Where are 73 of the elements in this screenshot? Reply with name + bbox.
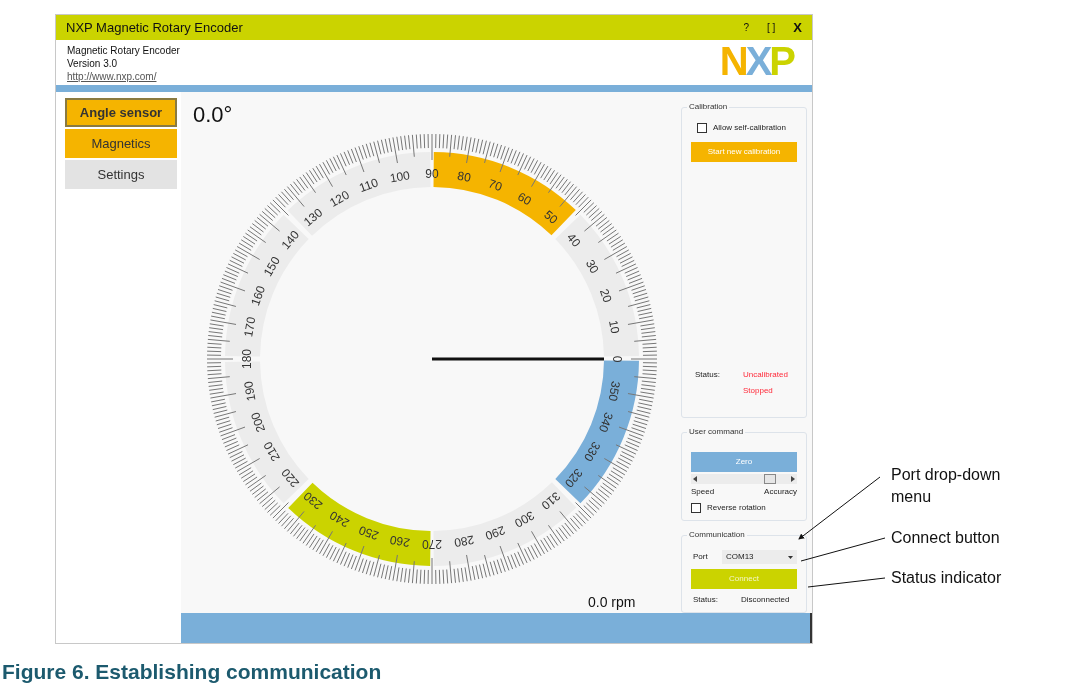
callout-label: Status indicator [891, 568, 1003, 588]
dial-label: 110 [357, 175, 381, 195]
dial-label: 180 [240, 349, 254, 369]
speed-readout: 0.0 rpm [588, 593, 636, 612]
dial-label: 30 [582, 257, 602, 276]
website-link[interactable]: http://www.nxp.com/ [67, 70, 180, 83]
checkbox[interactable] [697, 123, 707, 133]
dial-label: 260 [388, 532, 411, 550]
dial-label: 150 [260, 254, 283, 279]
slider-thumb[interactable] [764, 474, 777, 484]
slider-label: Accuracy [764, 486, 797, 498]
callout-label: Port drop-down menu [891, 465, 1002, 507]
dial-label: 350 [605, 380, 623, 403]
app-name: Magnetic Rotary Encoder [67, 44, 180, 57]
dial-label: 240 [327, 508, 352, 531]
dial-label: 290 [483, 522, 508, 543]
dial-label: 100 [388, 168, 411, 186]
status-value: Uncalibrated [743, 369, 788, 381]
dial-label: 20 [597, 287, 615, 305]
group-title: Calibration [687, 102, 730, 112]
figure-caption: Figure 6. Establishing communication [2, 659, 382, 684]
status-value: Stopped [743, 385, 774, 397]
version-label: Version 3.0 [67, 57, 119, 70]
dial-label: 50 [541, 207, 561, 227]
dial-label: 120 [327, 187, 352, 210]
help-button[interactable]: ? [743, 20, 749, 35]
dial-label: 40 [564, 230, 584, 250]
dial-label: 310 [538, 488, 564, 513]
dial-label: 230 [300, 488, 326, 513]
dial-label: 190 [241, 380, 259, 403]
group-title: User command [687, 427, 746, 437]
dial-label: 210 [260, 439, 283, 464]
dial-label: 330 [581, 439, 604, 464]
group-title: Communication [687, 530, 747, 540]
dial-label: 300 [512, 508, 537, 531]
status-value: Disconnected [741, 594, 790, 606]
dial-label: 10 [606, 319, 623, 335]
window-title: NXP Magnetic Rotary Encoder [66, 18, 243, 37]
dial-label: 80 [456, 168, 472, 185]
nav-button[interactable]: Angle sensor [65, 98, 177, 127]
port-dropdown[interactable]: COM13 [722, 550, 797, 564]
dial-label: 70 [486, 176, 504, 194]
dropdown-arrow-icon[interactable] [788, 555, 793, 559]
checkbox[interactable] [691, 503, 701, 513]
dial-label: 340 [595, 410, 616, 435]
angle-readout: 0.0° [193, 101, 233, 129]
status-label: Status: [695, 369, 721, 381]
status-label: Status: [693, 594, 719, 606]
slider[interactable] [691, 474, 797, 484]
callout-label: Connect button [891, 528, 1001, 548]
slider-label: Speed [691, 486, 715, 498]
dial-label: 130 [300, 205, 326, 230]
close-button[interactable]: X [793, 17, 802, 38]
checkbox-label: Reverse rotation [707, 502, 766, 514]
dial-label: 220 [278, 465, 303, 491]
checkbox-label: Allow self-calibration [713, 122, 786, 134]
dial-label: 140 [278, 227, 303, 253]
nav-button[interactable]: Magnetics [65, 129, 177, 158]
dial-label: 0 [610, 355, 624, 363]
dial-label: 170 [241, 315, 259, 338]
maximize-button[interactable]: [ ] [767, 20, 776, 35]
left-arrow-icon[interactable] [693, 476, 697, 482]
dial-label: 250 [356, 522, 381, 543]
port-label: Port [692, 551, 709, 563]
dial-label: 270 [422, 537, 442, 551]
dial-label: 320 [561, 465, 586, 491]
logo: NXP [719, 42, 793, 80]
right-arrow-icon[interactable] [791, 476, 795, 482]
nav-button[interactable]: Settings [65, 160, 177, 189]
dial-label: 160 [248, 283, 269, 308]
dial-label: 200 [248, 410, 269, 435]
dial-label: 60 [515, 189, 534, 209]
dial-label: 280 [453, 532, 476, 550]
